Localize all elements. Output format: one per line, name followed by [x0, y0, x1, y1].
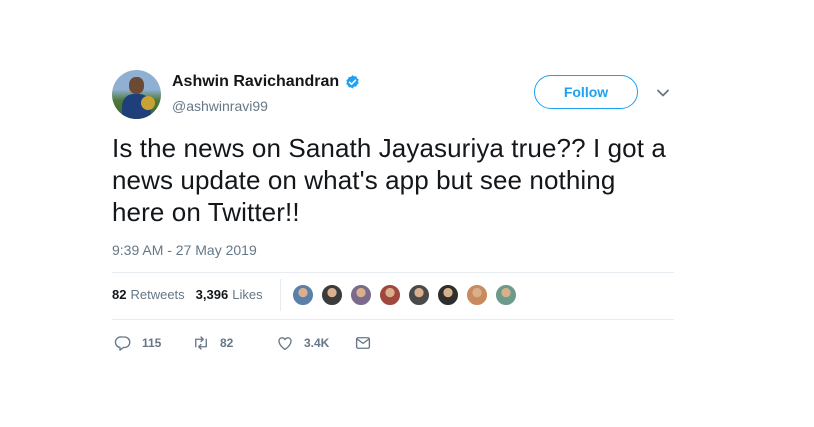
retweet-icon	[195, 336, 207, 350]
retweets-stat[interactable]: 82 Retweets	[112, 287, 185, 302]
avatar-trophy	[141, 96, 155, 110]
verified-badge-icon	[346, 74, 359, 89]
tweet-timestamp[interactable]: 9:39 AM - 27 May 2019	[112, 242, 257, 258]
stats-separator	[280, 279, 281, 311]
tweet-card: Ashwin Ravichandran @ashwinravi99 Follow…	[112, 68, 674, 368]
tweet-actions: 115 82 3.4K	[114, 334, 372, 352]
liker-avatars	[292, 284, 524, 306]
reply-count: 115	[142, 336, 162, 350]
divider-top	[112, 272, 674, 273]
reply-button[interactable]: 115	[114, 334, 192, 352]
user-handle[interactable]: @ashwinravi99	[172, 98, 268, 114]
liker-avatar[interactable]	[379, 284, 401, 306]
avatar[interactable]	[112, 70, 161, 119]
tweet-text: Is the news on Sanath Jayasuriya true?? …	[112, 133, 666, 227]
retweets-count: 82	[112, 287, 127, 302]
user-name-row: Ashwin Ravichandran	[172, 73, 361, 91]
tweet-stats: 82 Retweets 3,396 Likes	[112, 287, 263, 302]
liker-avatar[interactable]	[350, 284, 372, 306]
like-count: 3.4K	[304, 336, 330, 350]
likes-stat[interactable]: 3,396 Likes	[196, 287, 263, 302]
liker-avatar[interactable]	[437, 284, 459, 306]
likes-label: Likes	[232, 287, 263, 302]
chevron-down-icon[interactable]	[656, 88, 670, 98]
user-name[interactable]: Ashwin Ravichandran	[172, 73, 339, 91]
reply-icon	[114, 336, 131, 351]
direct-message-button[interactable]	[354, 334, 372, 352]
likes-count: 3,396	[195, 287, 229, 302]
retweets-label: Retweets	[130, 287, 185, 302]
liker-avatar[interactable]	[495, 284, 517, 306]
direct-message-icon	[355, 337, 371, 349]
avatar-head	[129, 77, 144, 94]
liker-avatar[interactable]	[408, 284, 430, 306]
like-button[interactable]: 3.4K	[276, 334, 354, 352]
liker-avatar[interactable]	[321, 284, 343, 306]
divider-bottom	[112, 319, 674, 320]
liker-avatar[interactable]	[466, 284, 488, 306]
heart-icon	[278, 337, 292, 351]
follow-button[interactable]: Follow	[534, 75, 638, 109]
retweet-count: 82	[220, 336, 234, 350]
retweet-button[interactable]: 82	[192, 334, 276, 352]
liker-avatar[interactable]	[292, 284, 314, 306]
